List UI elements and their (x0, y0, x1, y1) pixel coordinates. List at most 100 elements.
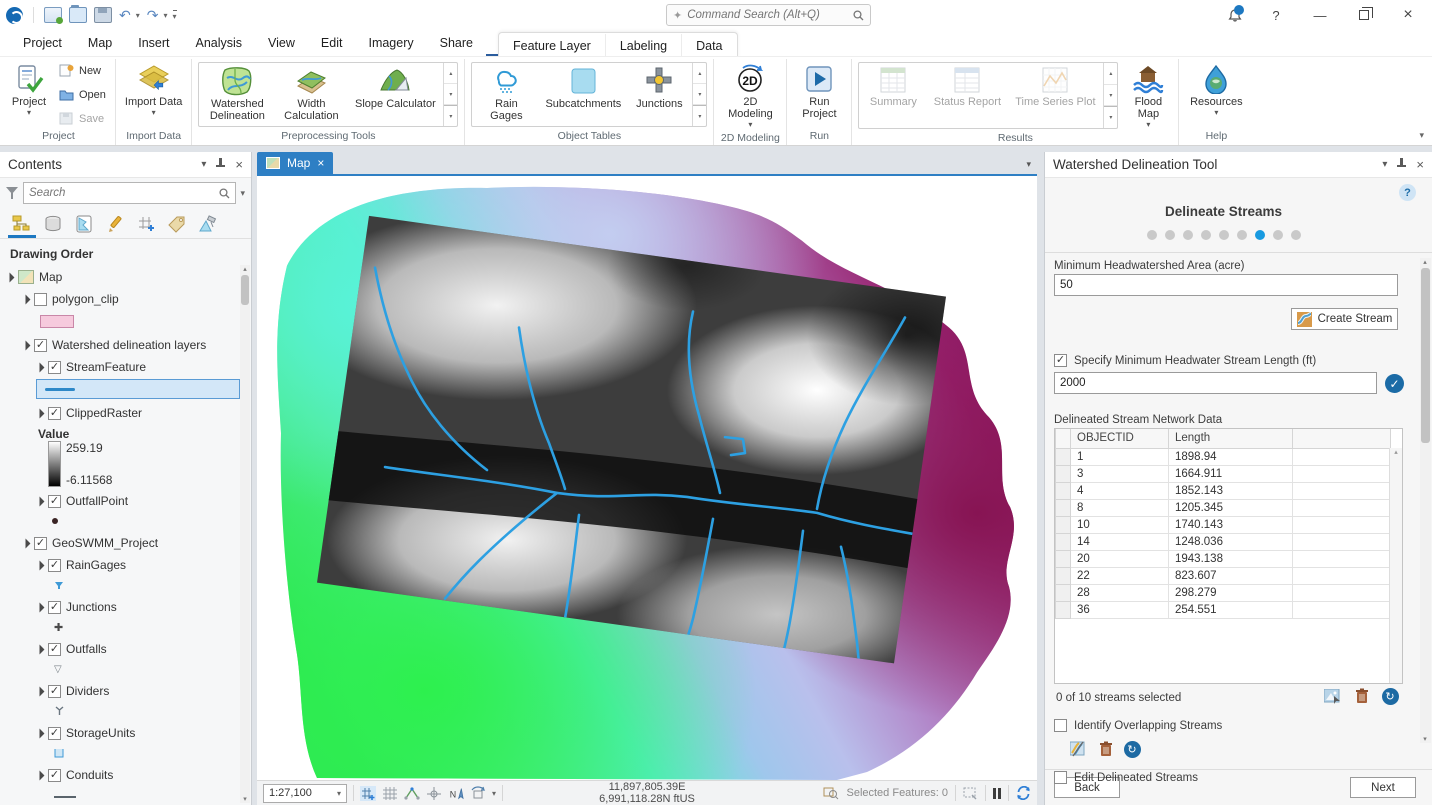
redo-button[interactable]: ↷ (147, 7, 159, 23)
reset-selection-icon[interactable]: ↻ (1381, 687, 1399, 705)
save-project-icon[interactable] (94, 7, 112, 23)
layer-outfalls[interactable]: ✓Outfalls (36, 639, 107, 659)
table-row[interactable]: 36254.551 (1056, 601, 1391, 618)
list-by-drawing-order-icon[interactable] (8, 212, 36, 238)
restore-button[interactable] (1344, 1, 1384, 29)
outfall-symbol[interactable]: ▽ (54, 659, 62, 679)
divider-symbol[interactable] (54, 701, 65, 721)
tab-labeling[interactable]: Labeling (606, 34, 682, 58)
open-button[interactable]: Open (56, 87, 109, 102)
tool-panel-scrollbar[interactable]: ▴ ▾ (1420, 258, 1431, 743)
layer-checkbox[interactable]: ✓ (48, 559, 61, 572)
table-row[interactable]: 31664.911 (1056, 465, 1391, 482)
close-tab-icon[interactable]: × (317, 156, 324, 170)
scale-selector[interactable]: 1:27,100 ▾ (263, 784, 347, 803)
expander-icon[interactable] (21, 340, 31, 350)
tab-view[interactable]: View (255, 32, 308, 56)
min-stream-length-checkbox[interactable]: ✓ Specify Minimum Headwater Stream Lengt… (1054, 354, 1316, 367)
junction-symbol[interactable]: ✚ (54, 617, 63, 637)
table-row[interactable]: 81205.345 (1056, 499, 1391, 516)
search-options-chevron-icon[interactable]: ▾ (240, 188, 245, 199)
open-project-icon[interactable] (69, 7, 87, 23)
snapping-settings-icon[interactable] (404, 786, 420, 801)
apply-length-button[interactable]: ✓ (1385, 374, 1404, 393)
layer-polygon-clip[interactable]: polygon_clip (22, 289, 119, 309)
wizard-step-dot[interactable] (1165, 230, 1175, 240)
wizard-step-dot[interactable] (1273, 230, 1283, 240)
undo-dropdown-icon[interactable]: ▾ (136, 11, 140, 20)
layer-checkbox[interactable]: ✓ (48, 495, 61, 508)
table-scrollbar[interactable]: ▴ (1389, 448, 1402, 683)
wizard-step-dot[interactable] (1291, 230, 1301, 240)
contents-scrollbar[interactable]: ▴ ▾ (240, 265, 250, 803)
expander-icon[interactable] (35, 408, 45, 418)
wizard-step-dot[interactable] (1237, 230, 1247, 240)
layer-checkbox[interactable]: ✓ (48, 769, 61, 782)
wizard-step-dot[interactable] (1201, 230, 1211, 240)
expander-icon[interactable] (35, 770, 45, 780)
wizard-step-dot[interactable] (1255, 230, 1265, 240)
layer-map[interactable]: Map (6, 267, 62, 287)
layer-stream-feature[interactable]: ✓StreamFeature (36, 357, 146, 377)
expander-icon[interactable] (35, 644, 45, 654)
outfall-point-symbol[interactable] (52, 511, 58, 531)
close-panel-icon[interactable]: × (235, 157, 243, 172)
map-canvas[interactable] (257, 174, 1037, 780)
2d-modeling-button[interactable]: 2D 2D Modeling ▾ (718, 61, 782, 130)
table-row[interactable]: 11898.94 (1056, 448, 1391, 465)
subcatchments-button[interactable]: Subcatchments (540, 63, 626, 126)
width-calculation-button[interactable]: Width Calculation (275, 63, 347, 126)
refresh-view-icon[interactable] (1016, 786, 1031, 800)
junctions-button[interactable]: Junctions (626, 63, 692, 126)
north-arrow-icon[interactable]: N (448, 786, 464, 801)
layer-checkbox[interactable]: ✓ (48, 685, 61, 698)
storage-unit-symbol[interactable] (54, 743, 64, 763)
wizard-step-dot[interactable] (1219, 230, 1229, 240)
expander-icon[interactable] (35, 496, 45, 506)
layer-checkbox[interactable] (34, 293, 47, 306)
tab-map[interactable]: Map (75, 32, 125, 56)
expander-icon[interactable] (35, 362, 45, 372)
wizard-step-dot[interactable] (1147, 230, 1157, 240)
more-tools-chevron-icon[interactable]: ▾ (492, 789, 496, 798)
stream-feature-symbol[interactable] (36, 379, 240, 399)
overlapping-streams-icon[interactable] (1069, 740, 1087, 758)
layer-clipped-raster[interactable]: ✓ClippedRaster (36, 403, 142, 423)
checkbox[interactable] (1054, 719, 1067, 732)
close-panel-icon[interactable]: × (1416, 157, 1424, 172)
gallery-scroll[interactable]: ▴▾▾ (1103, 63, 1117, 128)
pin-icon[interactable] (1397, 158, 1406, 172)
table-row[interactable]: 41852.143 (1056, 482, 1391, 499)
list-by-selection-icon[interactable] (70, 212, 98, 238)
expander-icon[interactable] (35, 560, 45, 570)
gallery-scroll[interactable]: ▴▾▾ (443, 63, 457, 126)
layer-checkbox[interactable]: ✓ (34, 537, 47, 550)
filter-icon[interactable] (6, 187, 19, 199)
help-icon[interactable]: ? (1256, 1, 1296, 29)
panel-menu-chevron-icon[interactable]: ▾ (201, 159, 206, 170)
wizard-step-dot[interactable] (1183, 230, 1193, 240)
rotate-view-icon[interactable] (470, 786, 486, 801)
minimize-button[interactable]: — (1300, 1, 1340, 29)
map-view-tab[interactable]: Map × (257, 152, 333, 174)
table-row[interactable]: 101740.143 (1056, 516, 1391, 533)
layer-checkbox[interactable]: ✓ (48, 643, 61, 656)
new-button[interactable]: New (56, 63, 109, 78)
tab-imagery[interactable]: Imagery (355, 32, 426, 56)
watershed-delineation-button[interactable]: Watershed Delineation (199, 63, 275, 126)
undo-button[interactable]: ↶ (119, 7, 131, 23)
command-search[interactable]: ✦ (666, 4, 871, 26)
tool-help-icon[interactable]: ? (1399, 184, 1416, 201)
crosshair-icon[interactable] (426, 786, 442, 801)
layer-checkbox[interactable]: ✓ (48, 407, 61, 420)
tab-data[interactable]: Data (682, 34, 736, 58)
table-row[interactable]: 28298.279 (1056, 584, 1391, 601)
expander-icon[interactable] (35, 728, 45, 738)
table-row[interactable]: 201943.138 (1056, 550, 1391, 567)
tab-insert[interactable]: Insert (125, 32, 182, 56)
command-search-input[interactable] (687, 9, 848, 21)
layer-conduits[interactable]: ✓Conduits (36, 765, 113, 785)
layer-junctions[interactable]: ✓Junctions (36, 597, 117, 617)
layer-geoswmm-project[interactable]: ✓GeoSWMM_Project (22, 533, 158, 553)
status-report-button[interactable]: Status Report (927, 63, 1007, 128)
